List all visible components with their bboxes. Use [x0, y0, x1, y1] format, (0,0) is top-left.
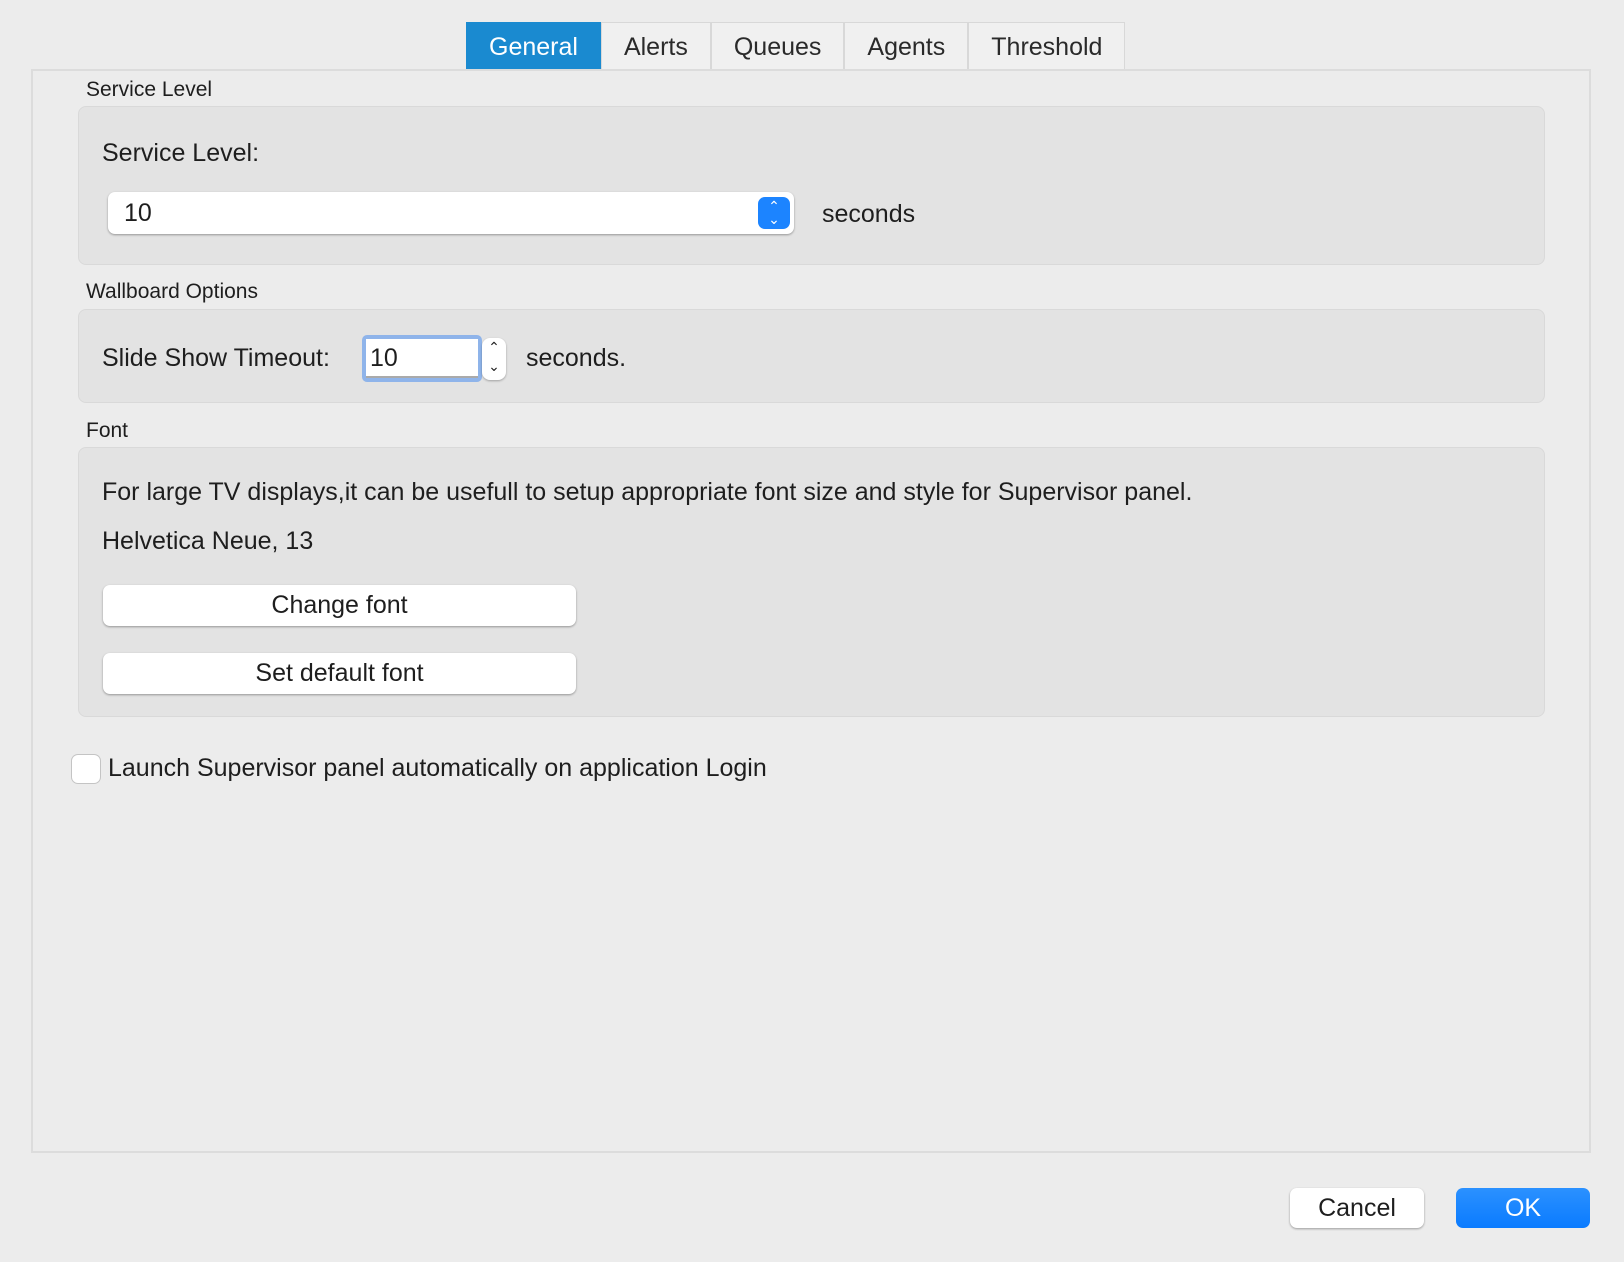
- set-default-font-button[interactable]: Set default font: [103, 653, 576, 694]
- tab-bar: General Alerts Queues Agents Threshold: [466, 22, 1126, 70]
- tab-alerts[interactable]: Alerts: [600, 22, 711, 70]
- service-level-group-title: Service Level: [86, 78, 213, 101]
- launch-supervisor-label: Launch Supervisor panel automatically on…: [108, 754, 767, 782]
- chevron-down-icon[interactable]: ⌄: [488, 358, 500, 374]
- font-description: For large TV displays,it can be usefull …: [102, 478, 1193, 506]
- service-level-group: [78, 106, 1545, 265]
- service-level-unit: seconds: [822, 200, 916, 228]
- slide-show-timeout-unit: seconds.: [526, 344, 627, 372]
- wallboard-group-title: Wallboard Options: [86, 280, 258, 303]
- tab-queues[interactable]: Queues: [710, 22, 845, 70]
- slide-show-timeout-value: 10: [366, 339, 478, 378]
- slide-show-timeout-stepper[interactable]: ⌃ ⌄: [482, 338, 506, 380]
- chevron-up-down-icon: ⌃ ⌄: [758, 197, 790, 229]
- service-level-label: Service Level:: [102, 139, 260, 167]
- ok-button[interactable]: OK: [1456, 1188, 1590, 1228]
- chevron-up-icon[interactable]: ⌃: [488, 339, 500, 355]
- slide-show-timeout-input[interactable]: 10: [362, 335, 482, 382]
- change-font-button[interactable]: Change font: [103, 585, 576, 626]
- tab-agents[interactable]: Agents: [844, 22, 969, 70]
- font-group-title: Font: [86, 419, 129, 442]
- tab-general[interactable]: General: [466, 22, 601, 70]
- service-level-value: 10: [124, 199, 152, 227]
- cancel-button[interactable]: Cancel: [1290, 1188, 1424, 1228]
- current-font: Helvetica Neue, 13: [102, 527, 314, 555]
- tab-threshold[interactable]: Threshold: [968, 22, 1126, 70]
- slide-show-timeout-label: Slide Show Timeout:: [102, 344, 330, 372]
- service-level-select[interactable]: 10 ⌃ ⌄: [108, 192, 794, 234]
- launch-supervisor-checkbox[interactable]: [72, 755, 100, 783]
